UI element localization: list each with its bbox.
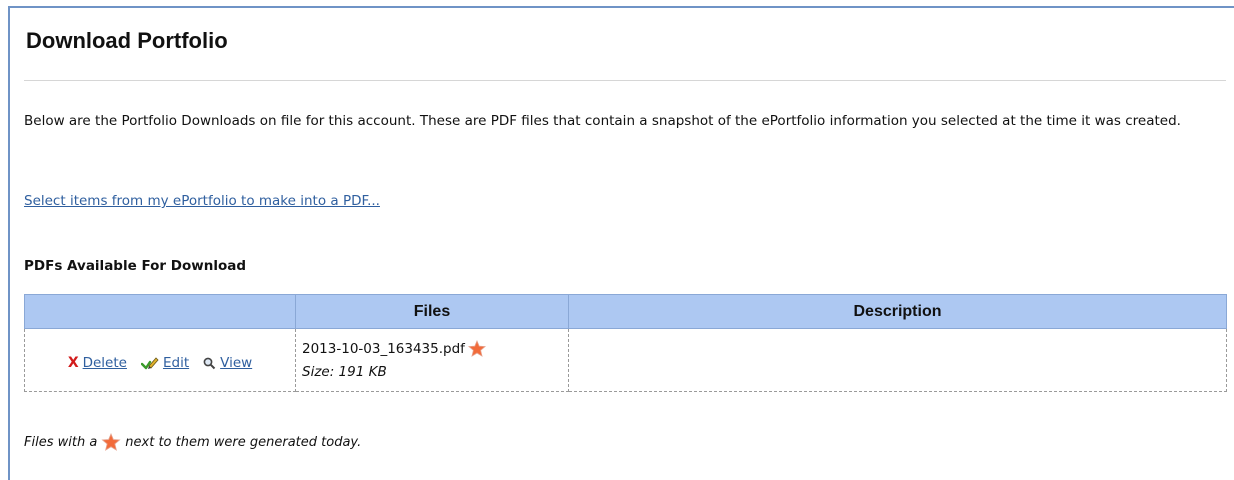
content-frame [8,6,1234,480]
edit-button[interactable]: Edit [140,355,190,371]
column-header-actions [24,294,296,329]
view-button[interactable]: View [203,355,252,371]
magnifier-icon [203,357,216,370]
view-label: View [220,355,253,371]
file-size: Size: 191 KB [302,364,387,380]
star-icon [467,340,486,357]
description-cell [568,328,1227,392]
title-divider [24,80,1226,81]
section-heading: PDFs Available For Download [24,258,246,274]
table-row: X Delete Edit View 2013-10-03_163435.pdf… [24,328,1227,392]
intro-text: Below are the Portfolio Downloads on fil… [24,113,1181,129]
x-icon: X [67,355,79,371]
table-header-row: Files Description [24,294,1227,329]
pencil-check-icon [140,355,159,371]
delete-label: Delete [82,355,127,371]
delete-button[interactable]: X Delete [68,355,127,371]
actions-cell: X Delete Edit View [24,328,296,392]
column-header-files: Files [295,294,569,329]
select-items-link[interactable]: Select items from my ePortfolio to make … [24,193,380,209]
footnote-text-before: Files with a [24,434,98,450]
pdf-table: Files Description X Delete Edit View 201… [24,294,1227,392]
star-icon [101,433,121,451]
file-cell: 2013-10-03_163435.pdf Size: 191 KB [295,328,569,392]
column-header-description: Description [568,294,1227,329]
footnote-text-after: next to them were generated today. [125,434,362,450]
edit-label: Edit [162,355,190,371]
page-title: Download Portfolio [26,28,228,53]
footnote: Files with a next to them were generated… [24,433,361,451]
file-name: 2013-10-03_163435.pdf [302,340,465,357]
